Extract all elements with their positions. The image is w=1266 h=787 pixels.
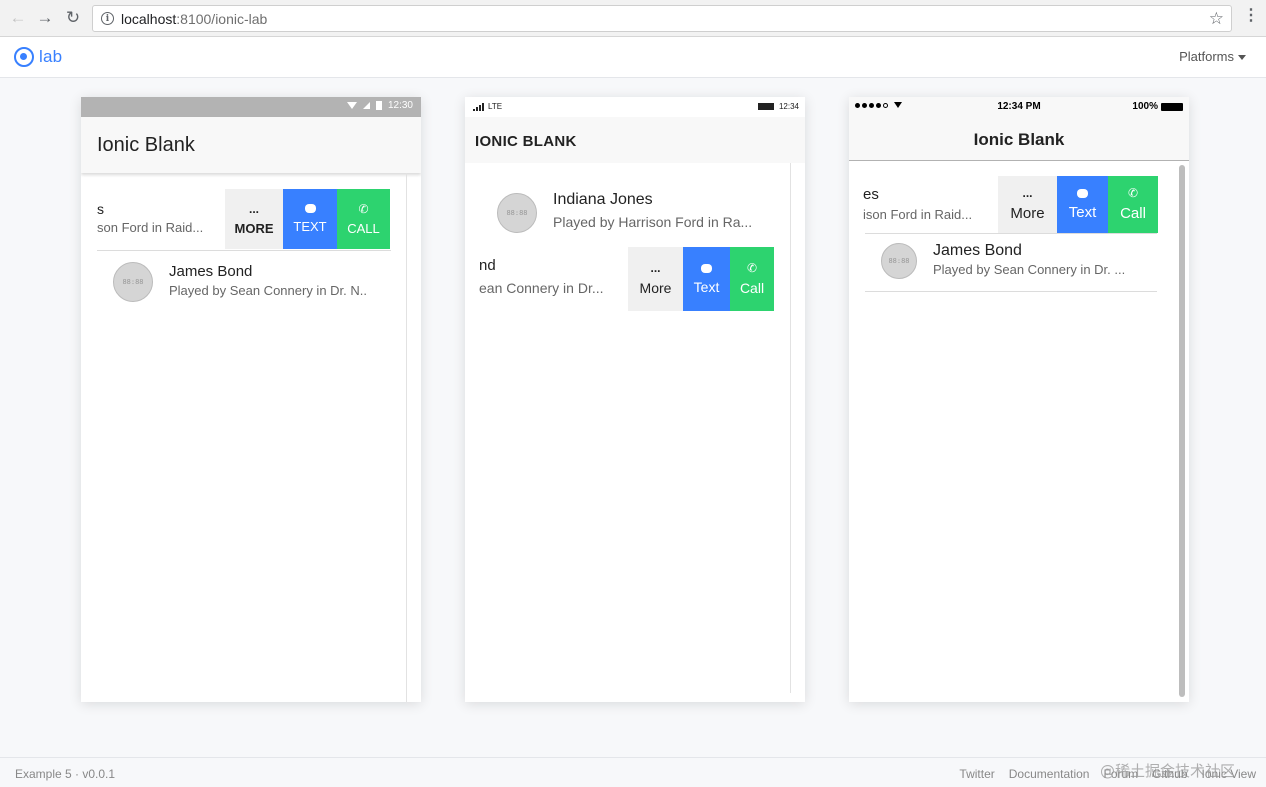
bookmark-star-icon[interactable]: ☆: [1209, 9, 1224, 29]
back-icon[interactable]: ←: [8, 8, 28, 28]
item-name: es: [863, 186, 879, 203]
reload-icon[interactable]: ↻: [63, 8, 83, 28]
ionic-logo-icon: [14, 47, 34, 67]
text-label: Text: [1068, 203, 1097, 221]
page-title: IONIC BLANK: [475, 133, 577, 150]
item-subtitle: Played by Sean Connery in Dr. N..: [169, 283, 367, 298]
text-option-button[interactable]: Text: [1057, 176, 1108, 233]
caret-down-icon: [1238, 55, 1246, 60]
item-subtitle: ean Connery in Dr...: [479, 280, 604, 296]
android-preview: 12:30 Ionic Blank s son Ford in Raid... …: [81, 97, 421, 702]
phone-icon: ✆: [746, 261, 758, 275]
more-icon: ...: [650, 261, 661, 275]
status-time: 12:30: [387, 100, 413, 111]
address-bar[interactable]: i localhost:8100/ionic-lab ☆: [92, 5, 1232, 32]
item-name: s: [97, 201, 104, 217]
platforms-label: Platforms: [1179, 49, 1234, 64]
item-divider: [97, 250, 391, 251]
text-option-button[interactable]: Text: [683, 247, 730, 311]
battery-percent: 100%: [1132, 101, 1158, 112]
more-option-button[interactable]: ... More: [998, 176, 1057, 233]
more-label: MORE: [234, 220, 274, 236]
list-item[interactable]: 88:88 James Bond Played by Sean Connery …: [81, 254, 391, 314]
more-label: More: [639, 280, 672, 296]
scrollbar[interactable]: [1179, 165, 1185, 697]
forward-icon[interactable]: →: [35, 8, 55, 28]
url-host: localhost: [121, 10, 177, 27]
item-subtitle: ison Ford in Raid...: [863, 207, 973, 222]
call-label: CALL: [347, 220, 380, 236]
scroll-track: [406, 173, 407, 702]
twitter-link[interactable]: Twitter: [959, 767, 994, 781]
ios-preview: 12:34 PM 100% Ionic Blank es ison Ford i…: [849, 97, 1189, 702]
watermark: @稀土掘金技术社区: [1100, 762, 1236, 780]
item-name: James Bond: [933, 242, 1022, 259]
list-item-swiped[interactable]: s son Ford in Raid... ... MORE TEXT ✆ CA…: [81, 189, 391, 249]
item-subtitle: Played by Sean Connery in Dr. ...: [933, 262, 1126, 277]
ionic-lab-logo[interactable]: lab: [14, 47, 62, 67]
phone-icon: ✆: [358, 201, 369, 216]
call-label: Call: [739, 280, 765, 296]
browser-menu-icon[interactable]: ⋮: [1243, 8, 1259, 24]
android-statusbar: 12:30: [81, 97, 421, 117]
chat-icon: [1077, 188, 1088, 198]
phone-icon: ✆: [1127, 186, 1139, 200]
text-label: Text: [693, 278, 720, 295]
call-option-button[interactable]: ✆ Call: [730, 247, 774, 311]
logo-text: lab: [39, 47, 63, 66]
page-title: Ionic Blank: [97, 134, 195, 156]
more-icon: ...: [248, 201, 259, 216]
android-toolbar: Ionic Blank: [81, 117, 421, 173]
page-title: Ionic Blank: [973, 130, 1065, 149]
wifi-icon: [346, 102, 357, 109]
text-option-button[interactable]: TEXT: [283, 189, 337, 249]
list-item-swiped[interactable]: es ison Ford in Raid... ... More Text ✆ …: [849, 176, 1169, 233]
windows-statusbar: LTE 12:34: [465, 97, 805, 117]
platforms-dropdown[interactable]: Platforms: [1179, 49, 1246, 64]
item-name: James Bond: [169, 263, 253, 280]
avatar: 88:88: [497, 193, 537, 233]
version-label: Example 5 · v0.0.1: [15, 767, 116, 781]
item-subtitle: Played by Harrison Ford in Ra...: [553, 214, 753, 230]
list-item[interactable]: 88:88 James Bond Played by Sean Connery …: [849, 234, 1169, 291]
chat-icon: [701, 263, 712, 273]
battery-icon: [1161, 102, 1183, 111]
avatar: 88:88: [881, 243, 917, 279]
signal-bars-icon: [473, 102, 484, 111]
lab-footer: Example 5 · v0.0.1 Twitter Documentation…: [0, 757, 1266, 787]
call-option-button[interactable]: ✆ CALL: [337, 189, 390, 249]
avatar: 88:88: [113, 262, 153, 302]
status-time: 12:34: [778, 102, 799, 111]
windows-toolbar: IONIC BLANK: [465, 117, 805, 163]
call-label: Call: [1120, 205, 1146, 222]
windows-preview: LTE 12:34 IONIC BLANK 88:88 Indiana Jone…: [465, 97, 805, 702]
list-item[interactable]: 88:88 Indiana Jones Played by Harrison F…: [465, 177, 789, 247]
more-icon: ...: [1022, 186, 1033, 200]
url-path: :8100/ionic-lab: [176, 10, 268, 27]
carrier-label: LTE: [488, 102, 503, 111]
item-name: nd: [479, 257, 496, 274]
item-divider: [865, 291, 1157, 292]
ios-statusbar: 12:34 PM 100%: [849, 97, 1189, 117]
list-item-swiped[interactable]: nd ean Connery in Dr... ... More Text ✆ …: [465, 247, 789, 311]
info-icon[interactable]: i: [101, 12, 114, 25]
battery-icon: [375, 101, 382, 110]
battery-icon: [757, 103, 774, 110]
ios-toolbar: Ionic Blank: [849, 117, 1189, 161]
documentation-link[interactable]: Documentation: [1009, 767, 1090, 781]
scroll-track: [790, 163, 791, 693]
call-option-button[interactable]: ✆ Call: [1108, 176, 1158, 233]
item-name: Indiana Jones: [553, 191, 653, 208]
text-label: TEXT: [293, 219, 327, 234]
signal-icon: [362, 102, 370, 109]
more-option-button[interactable]: ... MORE: [225, 189, 283, 249]
chat-icon: [304, 204, 316, 213]
more-label: More: [1010, 205, 1045, 222]
item-subtitle: son Ford in Raid...: [97, 220, 204, 235]
lab-header: lab Platforms: [0, 37, 1266, 78]
url-text[interactable]: localhost:8100/ionic-lab: [121, 11, 267, 27]
browser-chrome: ← → ↻ i localhost:8100/ionic-lab ☆ ⋮: [0, 0, 1266, 37]
more-option-button[interactable]: ... More: [628, 247, 683, 311]
